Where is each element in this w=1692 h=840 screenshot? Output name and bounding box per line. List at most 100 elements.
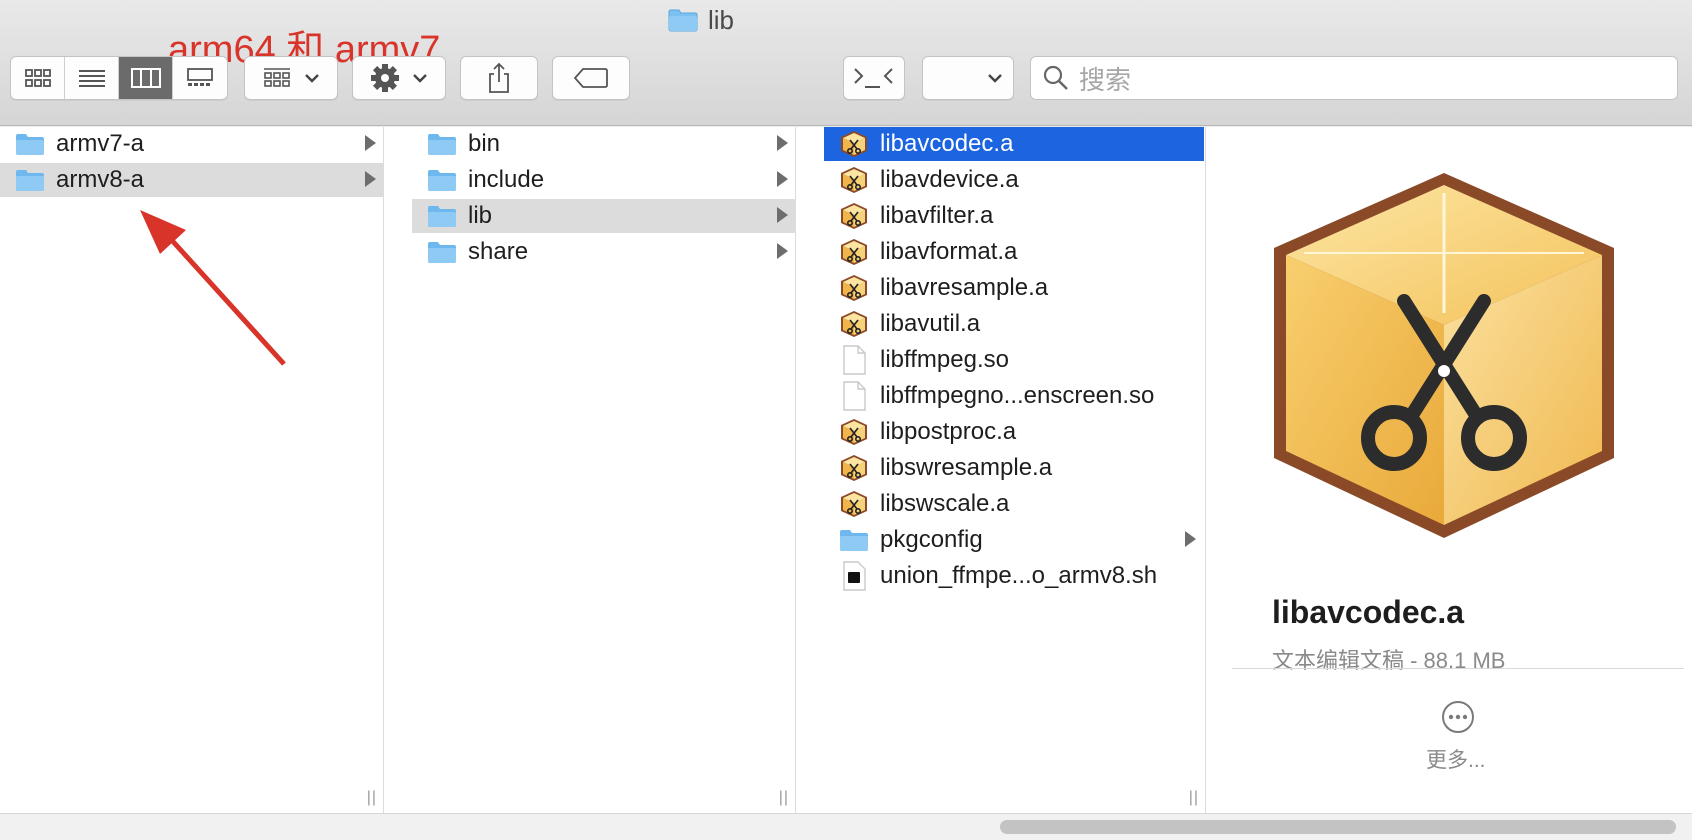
tags-button[interactable]	[552, 56, 630, 100]
icon-view-button[interactable]	[11, 57, 65, 99]
list-view-button[interactable]	[65, 57, 119, 99]
window-title: lib	[668, 4, 734, 36]
icon-view-icon	[24, 69, 51, 87]
tag-icon	[573, 68, 608, 88]
preview-file-name: libavcodec.a	[1272, 594, 1465, 630]
list-item-label: libavresample.a	[880, 274, 1049, 301]
document-icon	[838, 345, 870, 375]
search-icon	[1043, 65, 1068, 90]
list-item-label: libpostproc.a	[880, 418, 1017, 445]
script-icon	[838, 561, 870, 591]
list-item-lib[interactable]: lib	[412, 199, 796, 233]
folder-icon	[14, 168, 46, 192]
column-2[interactable]: || bin include lib share	[412, 127, 796, 813]
archive-icon	[838, 453, 870, 483]
column-browser: || armv7-a armv8-a || bin include lib share …	[0, 127, 1692, 813]
list-item-include[interactable]: include	[412, 163, 796, 197]
list-item-label: libffmpegno...enscreen.so	[880, 382, 1155, 409]
gallery-view-button[interactable]	[173, 57, 227, 99]
list-item-bin[interactable]: bin	[412, 127, 796, 161]
share-button[interactable]	[460, 56, 538, 100]
list-item-label: libswscale.a	[880, 490, 1010, 517]
ellipsis-circle-icon	[1442, 701, 1474, 733]
archive-icon	[838, 237, 870, 267]
list-item-label: armv7-a	[56, 130, 145, 157]
list-item-label: libavcodec.a	[880, 130, 1014, 157]
folder-icon	[426, 168, 458, 192]
list-item-libffmpegno-enscreen-so[interactable]: libffmpegno...enscreen.so	[824, 379, 1204, 413]
list-item-label: libffmpeg.so	[880, 346, 1009, 373]
archive-icon	[838, 273, 870, 303]
status-bar	[0, 813, 1692, 840]
extra-dropdown[interactable]	[922, 56, 1014, 100]
list-item-label: pkgconfig	[880, 526, 983, 553]
toolbar: lib arm64 和 armv7 搜索	[0, 0, 1692, 126]
archive-icon	[838, 201, 870, 231]
group-by-button[interactable]	[244, 56, 338, 100]
list-item-libavdevice-a[interactable]: libavdevice.a	[824, 163, 1204, 197]
chevron-down-icon	[988, 74, 1002, 83]
search-field[interactable]: 搜索	[1030, 56, 1678, 100]
column-resize-handle[interactable]: ||	[1189, 789, 1199, 807]
list-item-libswresample-a[interactable]: libswresample.a	[824, 451, 1204, 485]
list-item-libavresample-a[interactable]: libavresample.a	[824, 271, 1204, 305]
list-item-label: libavfilter.a	[880, 202, 994, 229]
more-label[interactable]: 更多...	[1426, 744, 1486, 774]
archive-icon	[838, 417, 870, 447]
list-item-armv8-a[interactable]: armv8-a	[0, 163, 384, 197]
list-item-label: lib	[468, 202, 493, 229]
list-item-pkgconfig[interactable]: pkgconfig	[824, 523, 1204, 557]
disclosure-triangle-icon	[777, 207, 788, 223]
list-item-label: libswresample.a	[880, 454, 1053, 481]
horizontal-scrollbar[interactable]	[1000, 820, 1676, 834]
disclosure-triangle-icon	[777, 171, 788, 187]
finder-window: lib arm64 和 armv7 搜索 || armv7-a armv8-a …	[0, 0, 1692, 840]
list-item-union-ffmpe-o-armv8-sh[interactable]: union_ffmpe...o_armv8.sh	[824, 559, 1204, 593]
action-menu-button[interactable]	[352, 56, 446, 100]
terminal-button[interactable]	[843, 56, 905, 100]
disclosure-triangle-icon	[365, 135, 376, 151]
list-view-icon	[78, 70, 105, 87]
list-item-label: union_ffmpe...o_armv8.sh	[880, 562, 1158, 589]
column-3[interactable]: || libavcodec.a libavdevice.a libavfilter.…	[822, 127, 1206, 813]
column-resize-handle[interactable]: ||	[367, 789, 377, 807]
window-title-text: lib	[708, 4, 735, 35]
search-placeholder: 搜索	[1079, 64, 1132, 95]
archive-icon	[838, 489, 870, 519]
list-item-label: include	[468, 166, 545, 193]
folder-icon	[426, 132, 458, 156]
list-item-libavformat-a[interactable]: libavformat.a	[824, 235, 1204, 269]
gear-icon	[371, 64, 399, 92]
list-item-libffmpeg-so[interactable]: libffmpeg.so	[824, 343, 1204, 377]
list-item-libavutil-a[interactable]: libavutil.a	[824, 307, 1204, 341]
list-item-label: libavformat.a	[880, 238, 1018, 265]
gallery-view-icon	[187, 68, 213, 86]
column-1[interactable]: || armv7-a armv8-a	[0, 127, 384, 813]
column-resize-handle[interactable]: ||	[779, 789, 789, 807]
chevron-down-icon	[305, 74, 319, 83]
archive-icon	[838, 129, 870, 159]
chevron-down-icon	[413, 74, 427, 83]
folder-icon	[838, 528, 870, 552]
list-item-share[interactable]: share	[412, 235, 796, 269]
folder-icon	[668, 9, 698, 32]
archive-large-icon	[1274, 173, 1614, 538]
document-icon	[838, 381, 870, 411]
list-item-libavcodec-a[interactable]: libavcodec.a	[824, 127, 1204, 161]
list-item-libpostproc-a[interactable]: libpostproc.a	[824, 415, 1204, 449]
group-icon	[264, 68, 290, 87]
column-view-button[interactable]	[119, 57, 173, 99]
folder-icon	[426, 240, 458, 264]
list-item-armv7-a[interactable]: armv7-a	[0, 127, 384, 161]
share-icon	[489, 62, 509, 93]
archive-icon	[838, 309, 870, 339]
preview-kind-size: 文本编辑文稿 - 88.1 MB	[1272, 648, 1506, 673]
more-button[interactable]	[1441, 700, 1475, 739]
list-item-libavfilter-a[interactable]: libavfilter.a	[824, 199, 1204, 233]
disclosure-triangle-icon	[777, 243, 788, 259]
disclosure-triangle-icon	[1185, 531, 1196, 547]
list-item-label: bin	[468, 130, 501, 157]
list-item-libswscale-a[interactable]: libswscale.a	[824, 487, 1204, 521]
column-view-icon	[130, 68, 161, 88]
folder-icon	[426, 204, 458, 228]
